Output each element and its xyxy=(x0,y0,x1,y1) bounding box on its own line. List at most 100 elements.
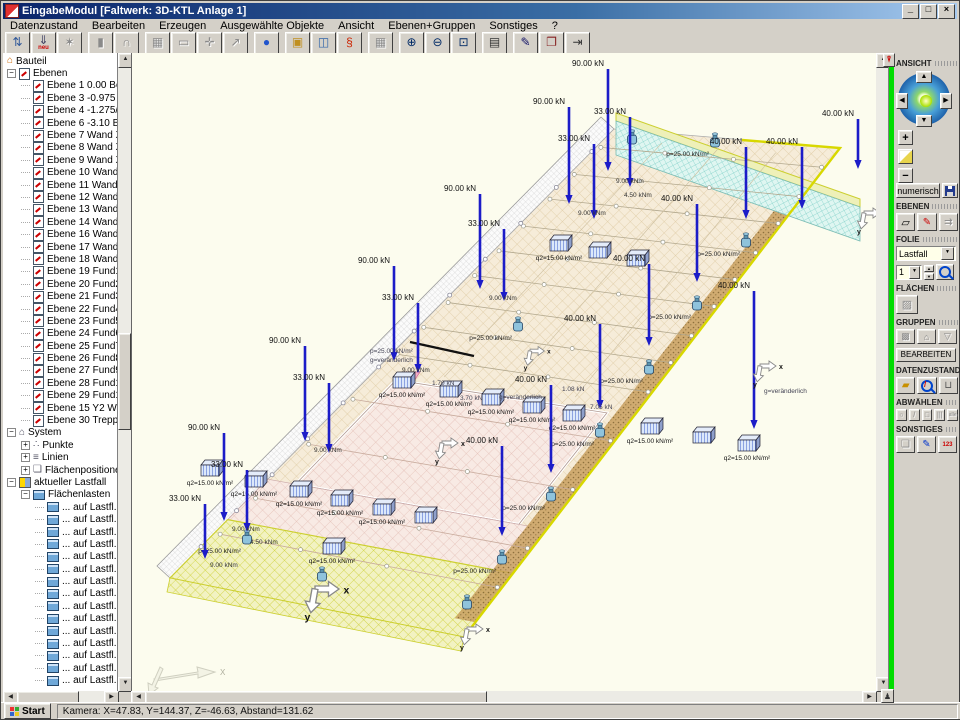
tree-item[interactable]: Ebene 17 Wand Y4 xyxy=(3,241,117,253)
rotate-right-button[interactable]: ▶ xyxy=(940,93,952,109)
start-button[interactable]: Start xyxy=(4,703,51,719)
toolbar-zoom-out-button[interactable]: ⊖ xyxy=(425,32,450,54)
tree-item[interactable]: Ebene 7 Wand X1 xyxy=(3,129,117,141)
tree-item[interactable]: −⌂System xyxy=(3,427,117,439)
tree-item[interactable]: Ebene 10 Wand X4 xyxy=(3,167,117,179)
toolbar-ansicht-stift-button[interactable]: ✎ xyxy=(513,32,538,54)
rotate-down-button[interactable]: ▼ xyxy=(916,115,932,127)
toolbar-fahrzeug-button[interactable]: ● xyxy=(254,32,279,54)
datenzustand-check-button[interactable] xyxy=(917,377,936,394)
tree-item[interactable]: Ebene 4 -1.275/-1.4 xyxy=(3,105,117,117)
folie-number-stepper[interactable]: ▲ ▼ xyxy=(924,265,934,280)
toolbar-positionen-button[interactable]: ◫ xyxy=(311,32,336,54)
stepper-up-icon[interactable]: ▲ xyxy=(924,265,934,272)
tree-item[interactable]: ... auf Lastfl. 13: xyxy=(3,526,117,538)
toolbar-zoom-in-button[interactable]: ⊕ xyxy=(399,32,424,54)
zoom-plus-button[interactable]: + xyxy=(898,130,913,145)
gruppen-add-button[interactable]: ⌂ xyxy=(917,329,936,344)
rotate-up-button[interactable]: ▲ xyxy=(916,71,932,83)
perspective-toggle-button[interactable] xyxy=(898,149,913,164)
tree-item[interactable]: Ebene 23 Fund5 xyxy=(3,315,117,327)
tree-item[interactable]: Ebene 6 -3.10 Bopl. xyxy=(3,117,117,129)
tree-item[interactable]: Ebene 14 Wand Y1 xyxy=(3,216,117,228)
tree-expander-icon[interactable]: − xyxy=(7,69,16,78)
tree-item[interactable]: +∴Punkte xyxy=(3,439,117,451)
gruppen-filter-button[interactable]: ▽ xyxy=(938,329,957,344)
tree-item[interactable]: Ebene 27 Fund9 xyxy=(3,365,117,377)
tree-item[interactable]: ... auf Lastfl. 8: xyxy=(3,588,117,600)
tree-item[interactable]: ... auf Lastfl. 3: xyxy=(3,650,117,662)
tree-item[interactable]: ... auf Lastfl. 9: xyxy=(3,600,117,612)
tree-item[interactable]: ... auf Lastfl. 11: xyxy=(3,501,117,513)
tree-item[interactable]: Ebene 19 Fund1 xyxy=(3,266,117,278)
tree-item[interactable]: ... auf Lastfl. 5: xyxy=(3,675,117,687)
toolbar-zoom-fenster-button[interactable]: ⊡ xyxy=(451,32,476,54)
model-tree[interactable]: ⌂Bauteil−EbenenEbene 1 0.00 Bopl.Ebene 3… xyxy=(3,53,118,691)
datenzustand-bucket-button[interactable]: ⊔ xyxy=(939,377,958,394)
toolbar-projekt-laden-button[interactable]: ▣ xyxy=(285,32,310,54)
sonstiges-notiz-button[interactable]: ❏ xyxy=(896,436,915,453)
tree-item[interactable]: +≡Linien xyxy=(3,452,117,464)
tree-vscrollbar[interactable]: ▲ ▼ xyxy=(118,53,131,691)
panel-bottom-icon[interactable]: ♟ xyxy=(881,689,894,703)
toolbar-platte-button[interactable]: ▦ xyxy=(145,32,170,54)
datenzustand-clean-button[interactable]: ▰ xyxy=(896,377,915,394)
tree-item[interactable]: ... auf Lastfl. 15: xyxy=(3,551,117,563)
tree-item[interactable]: ⌂Bauteil xyxy=(3,55,117,67)
tree-item[interactable]: +❏Flächenpositionen xyxy=(3,464,117,476)
tree-item[interactable]: Ebene 26 Fund8 xyxy=(3,352,117,364)
tree-item[interactable]: Ebene 29 Fund11 xyxy=(3,390,117,402)
tree-scroll-thumb[interactable] xyxy=(118,333,131,430)
toolbar-lampe-button[interactable]: ✶ xyxy=(57,32,82,54)
tree-item[interactable]: Ebene 28 Fund10 xyxy=(3,377,117,389)
abwahl-flaeche-button[interactable]: □ xyxy=(922,409,933,421)
ebene-edit-button[interactable]: ✎ xyxy=(917,213,936,231)
tree-item[interactable]: ... auf Lastfl. 7: xyxy=(3,575,117,587)
tree-item[interactable]: −Ebenen xyxy=(3,67,117,79)
numerisch-button[interactable]: numerisch xyxy=(896,183,940,198)
toolbar-handbuch-button[interactable]: ❐ xyxy=(539,32,564,54)
toolbar-drucken-button[interactable]: ▤ xyxy=(482,32,507,54)
tree-item[interactable]: ... auf Lastfl. 10: xyxy=(3,613,117,625)
menu-ausgew-hlte-objekte[interactable]: Ausgewählte Objekte xyxy=(213,20,331,32)
tree-item[interactable]: Ebene 12 Wand X6 xyxy=(3,191,117,203)
dropdown-arrow-icon[interactable]: ▼ xyxy=(909,266,920,279)
tree-item[interactable]: Ebene 24 Fund6 xyxy=(3,328,117,340)
tree-item[interactable]: Ebene 13 Wand X7 xyxy=(3,204,117,216)
tree-expander-icon[interactable]: + xyxy=(21,453,30,462)
menu-datenzustand[interactable]: Datenzustand xyxy=(3,20,85,32)
menu--[interactable]: ? xyxy=(545,20,565,32)
toolbar-normen-button[interactable]: § xyxy=(337,32,362,54)
abwahl-alle-button[interactable]: alle xyxy=(947,409,958,421)
rotate-left-button[interactable]: ◀ xyxy=(896,93,908,109)
toolbar-beenden-button[interactable]: ⇥ xyxy=(565,32,590,54)
tree-expander-icon[interactable]: − xyxy=(21,490,30,499)
dropdown-arrow-icon[interactable]: ▼ xyxy=(941,247,954,260)
toolbar-neu-button[interactable]: ⇓neu xyxy=(31,32,56,54)
tree-item[interactable]: Ebene 21 Fund3 xyxy=(3,290,117,302)
pin-panel-icon[interactable]: ⍒ xyxy=(883,53,895,67)
menu-erzeugen[interactable]: Erzeugen xyxy=(152,20,213,32)
toolbar-balken-button[interactable]: ▭ xyxy=(171,32,196,54)
close-button[interactable]: × xyxy=(938,4,955,19)
menu-ansicht[interactable]: Ansicht xyxy=(331,20,381,32)
menu-sonstiges[interactable]: Sonstiges xyxy=(482,20,544,32)
tree-item[interactable]: Ebene 16 Wand Y3 xyxy=(3,228,117,240)
flaechen-hatch-button[interactable]: ▨ xyxy=(896,295,918,314)
tree-item[interactable]: ... auf Lastfl. 6: xyxy=(3,563,117,575)
folie-type-select[interactable]: Lastfall▼ xyxy=(896,246,956,261)
menu-bearbeiten[interactable]: Bearbeiten xyxy=(85,20,152,32)
zoom-minus-button[interactable]: − xyxy=(898,168,913,183)
tree-item[interactable]: Ebene 11 Wand X5 xyxy=(3,179,117,191)
tree-item[interactable]: Ebene 18 Wand Y5 xyxy=(3,253,117,265)
tree-item[interactable]: Ebene 22 Fund4 xyxy=(3,303,117,315)
toolbar-datenzustand-wechseln-button[interactable]: ⇅ xyxy=(5,32,30,54)
tree-item[interactable]: Ebene 20 Fund2 xyxy=(3,278,117,290)
menu-ebenen-gruppen[interactable]: Ebenen+Gruppen xyxy=(381,20,482,32)
folie-number-select[interactable]: 1▼ xyxy=(896,265,922,280)
folie-search-button[interactable] xyxy=(936,264,954,280)
ebene-move-button[interactable]: ⇉ xyxy=(939,213,958,231)
tree-item[interactable]: ... auf Lastfl. 4: xyxy=(3,662,117,674)
bearbeiten-button[interactable]: BEARBEITEN xyxy=(896,348,956,362)
tree-item[interactable]: ... auf Lastfl. 1: c xyxy=(3,625,117,637)
